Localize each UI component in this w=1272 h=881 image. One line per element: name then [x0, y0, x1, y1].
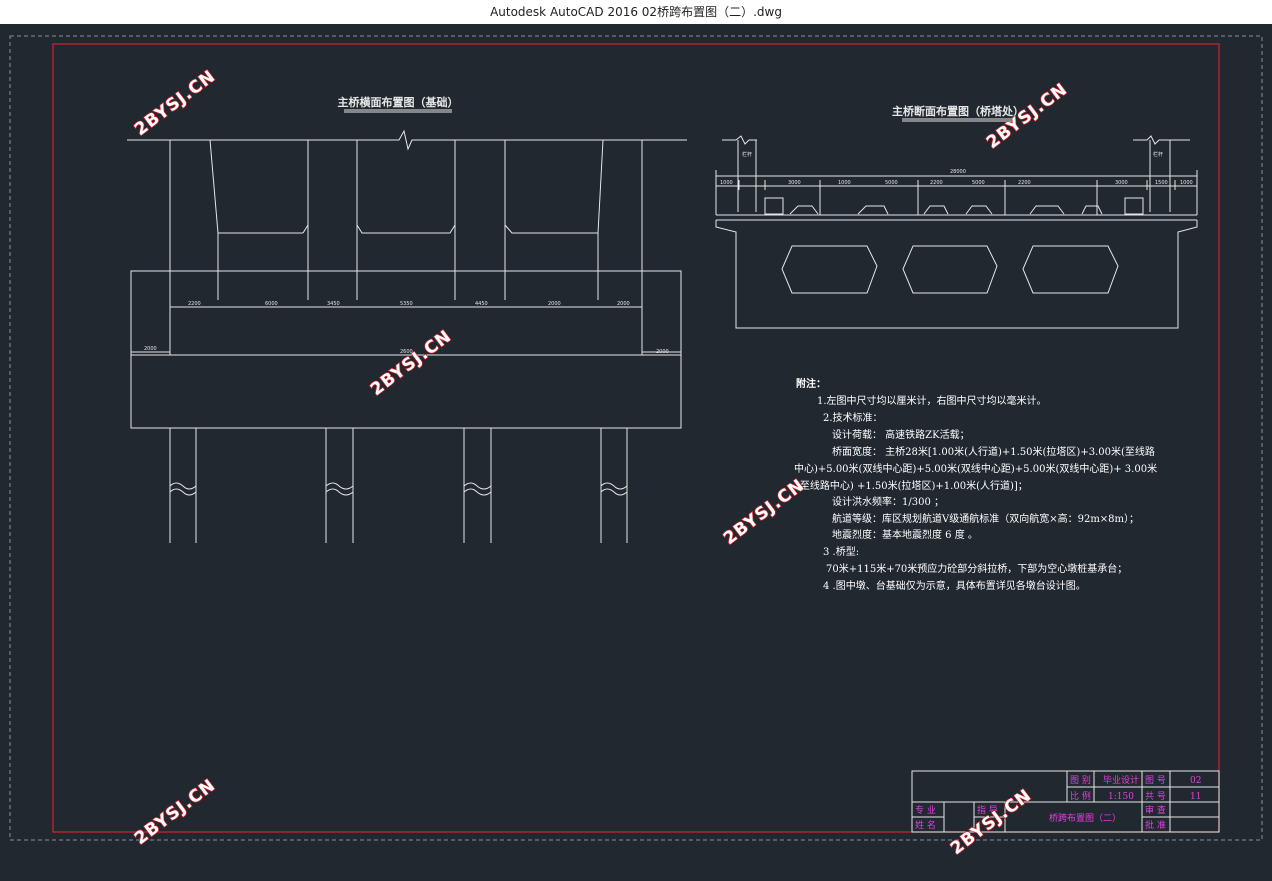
tb-label-tu-bie: 图 别 [1070, 775, 1091, 786]
watermark-5: 2BYSJ.CN [131, 775, 220, 849]
left-cross-section-drawing[interactable]: 主桥横面布置图（基础） 2200 6000 3450 5350 4450 200… [127, 95, 687, 543]
notes-line-2: 2.技术标准： [823, 411, 883, 424]
tb-label-shencha: 审 查 [1145, 804, 1166, 816]
tb-label-zhuanye: 专 业 [915, 804, 936, 816]
drawing-border [52, 43, 1220, 833]
notes-block: 附注： 1.左图中尺寸均以厘米计，右图中尺寸均以毫米计。 2.技术标准： 设计荷… [794, 377, 1157, 592]
pile-4 [600, 428, 628, 543]
rail-right-label: 栏杆 [1153, 151, 1163, 158]
notes-line-5: 中心)+5.00米(双线中心距)+5.00米(双线中心距)+5.00米(双线中心… [794, 462, 1157, 475]
watermark-3: 2BYSJ.CN [367, 326, 456, 400]
drawing-canvas[interactable]: 主桥横面布置图（基础） 2200 6000 3450 5350 4450 200… [0, 24, 1272, 881]
left-dim-6: 2000 [548, 301, 561, 307]
left-dim-side-right: 2000 [656, 349, 669, 355]
notes-line-10: 3 .桥型: [823, 545, 859, 558]
right-dim-9: 1500 [1155, 180, 1168, 186]
right-dim-10: 1000 [1180, 180, 1193, 186]
tb-label-bi-li: 比 例 [1070, 790, 1091, 802]
watermark-1: 2BYSJ.CN [131, 66, 220, 140]
left-dim-7: 2000 [617, 301, 630, 307]
notes-line-3: 设计荷载： 高速铁路ZK活载； [832, 428, 970, 441]
notes-line-4: 桥面宽度： 主桥28米[1.00米(人行道)+1.50米(拉塔区)+3.00米(… [832, 445, 1155, 458]
box-cell-left [781, 245, 878, 294]
window-title: Autodesk AutoCAD 2016 02桥跨布置图（二）.dwg [490, 5, 782, 19]
left-dim-2: 6000 [265, 301, 278, 307]
left-dim-3: 3450 [327, 301, 340, 307]
right-drawing-title: 主桥断面布置图（桥塔处） [892, 104, 1024, 118]
notes-line-8: 航道等级：库区规划航道Ⅴ级通航标准（双向航宽×高：92m×8m）； [832, 512, 1139, 525]
watermark-4: 2BYSJ.CN [720, 475, 809, 549]
notes-line-1: 1.左图中尺寸均以厘米计，右图中尺寸均以毫米计。 [817, 394, 1047, 407]
right-dim-6: 5000 [972, 180, 985, 186]
box-cell-right [1022, 245, 1119, 294]
left-drawing-title: 主桥横面布置图（基础） [338, 95, 459, 109]
right-dim-3: 1000 [838, 180, 851, 186]
tb-value-bi-li: 1:150 [1108, 792, 1134, 802]
left-dim-side-left: 2000 [144, 346, 157, 352]
tb-label-pizhun: 批 准 [1145, 819, 1166, 831]
pile-2 [325, 428, 354, 543]
tb-drawing-name: 桥跨布置图（二） [1049, 812, 1121, 824]
left-dim-1: 2200 [188, 301, 201, 307]
right-dim-1: 1000 [720, 180, 733, 186]
tb-label-xingming: 姓 名 [915, 819, 936, 831]
pile-1 [169, 428, 197, 543]
right-dim-7: 2200 [1018, 180, 1031, 186]
right-dim-5: 2200 [930, 180, 943, 186]
left-dim-5: 4450 [475, 301, 488, 307]
tb-value-gong: 11 [1190, 792, 1201, 802]
tb-value-tu-bie: 毕业设计 [1103, 774, 1139, 786]
left-dim-4: 5350 [400, 301, 413, 307]
right-dim-8: 3000 [1115, 180, 1128, 186]
rail-left-label: 栏杆 [742, 151, 752, 158]
right-dim-4: 5000 [885, 180, 898, 186]
right-dim-2: 3000 [788, 180, 801, 186]
box-cell-middle [902, 245, 998, 294]
tb-value-tu-hao: 02 [1190, 776, 1201, 786]
tb-label-tu-hao: 图 号 [1145, 775, 1166, 786]
track-rails [764, 197, 1144, 215]
notes-title: 附注： [796, 377, 826, 390]
watermark-6: 2BYSJ.CN [947, 785, 1036, 859]
right-dim-total: 28000 [950, 169, 966, 175]
tb-label-gong: 共 号 [1145, 791, 1166, 802]
notes-line-11: 70米+115米+70米预应力砼部分斜拉桥，下部为空心墩桩基承台； [826, 562, 1127, 575]
notes-line-9: 地震烈度：基本地震烈度 6 度 。 [832, 528, 978, 541]
right-cross-section-drawing[interactable]: 主桥断面布置图（桥塔处） 栏杆 栏杆 28000 1000 3000 1000 … [715, 104, 1198, 329]
sheet-dashed-frame [9, 35, 1263, 841]
pile-3 [463, 428, 492, 543]
notes-line-7: 设计洪水频率：1/300 ； [832, 495, 944, 508]
title-block[interactable]: 图 别 毕业设计 比 例 1:150 图 号 02 共 号 11 专 业 姓 名… [911, 770, 1220, 833]
window-title-bar: Autodesk AutoCAD 2016 02桥跨布置图（二）.dwg [0, 0, 1272, 24]
notes-line-6: (至线路中心) +1.50米(拉塔区)+1.00米(人行道)]； [796, 479, 1028, 492]
notes-line-12: 4 .图中墩、台基础仅为示意，具体布置详见各墩台设计图。 [823, 579, 1086, 592]
